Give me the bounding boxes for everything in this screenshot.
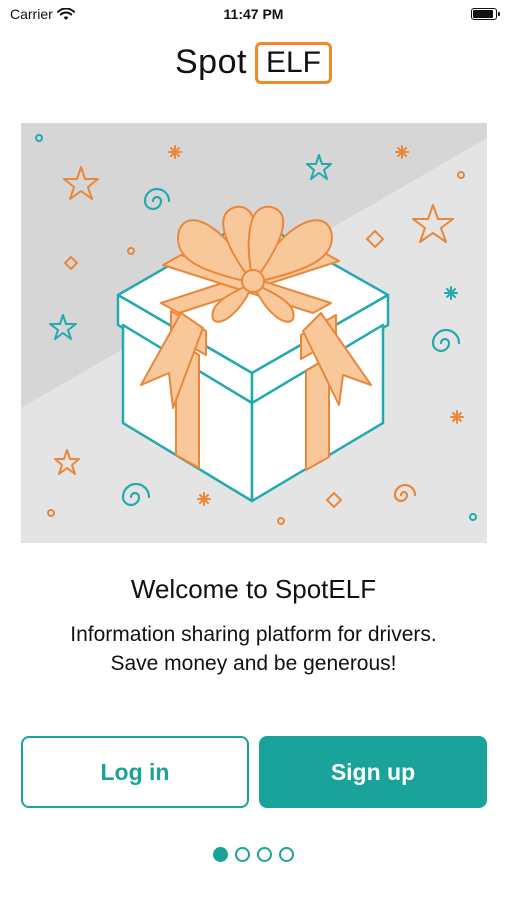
page-dot-3[interactable] xyxy=(257,847,272,862)
page-dot-1[interactable] xyxy=(213,847,228,862)
logo-elf-badge: ELF xyxy=(254,42,332,84)
status-time: 11:47 PM xyxy=(223,6,284,22)
welcome-description: Information sharing platform for drivers… xyxy=(70,623,437,675)
login-button[interactable]: Log in xyxy=(21,736,249,808)
signup-button[interactable]: Sign up xyxy=(259,736,487,808)
welcome-title: Welcome to SpotELF xyxy=(130,574,377,604)
app-logo: Spot ELF xyxy=(0,42,507,84)
page-indicator[interactable] xyxy=(0,847,507,862)
logo-spot-text: Spot xyxy=(175,43,247,82)
battery-icon xyxy=(471,8,500,20)
page-dot-4[interactable] xyxy=(279,847,294,862)
page-dot-2[interactable] xyxy=(235,847,250,862)
status-bar: Carrier 11:47 PM xyxy=(0,0,507,28)
gift-box-illustration xyxy=(21,123,487,543)
